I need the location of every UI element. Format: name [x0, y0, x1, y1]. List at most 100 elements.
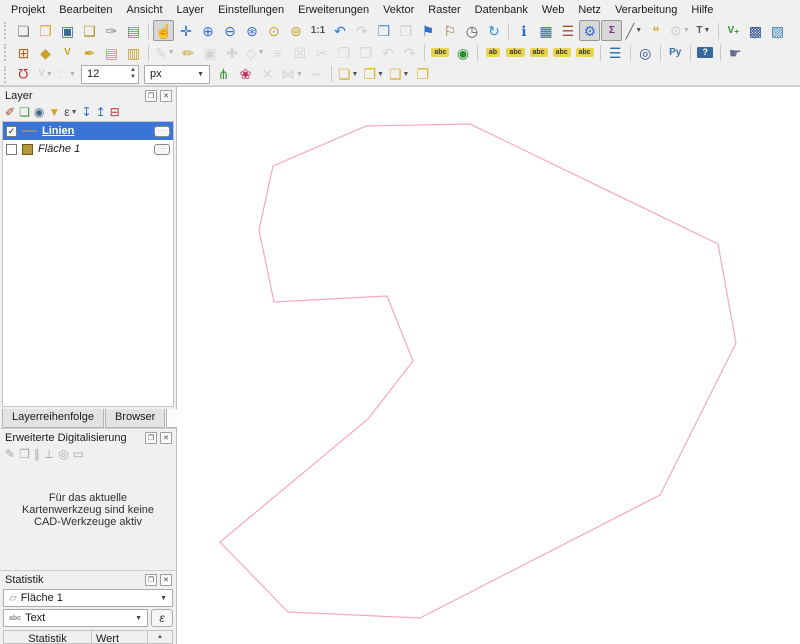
menu-raster[interactable]: Raster [421, 2, 467, 18]
layer-item-fläche-1[interactable]: Fläche 1··· [3, 140, 173, 158]
zoom-to-layer-button[interactable]: ⊚ [285, 20, 306, 41]
new-print-layout-button[interactable]: ❑ [79, 20, 100, 41]
identify-features-button[interactable]: ℹ [513, 20, 534, 41]
measure-line-button[interactable]: ╱▼ [623, 20, 644, 41]
filter-legend-button[interactable]: ▼ [48, 106, 60, 118]
snapping-tolerance-spinbox[interactable]: 12▲▼ [81, 65, 139, 84]
menu-erweiterungen[interactable]: Erweiterungen [291, 2, 376, 18]
menu-hilfe[interactable]: Hilfe [684, 2, 720, 18]
expand-all-button[interactable]: ↧ [82, 106, 92, 118]
menu-layer[interactable]: Layer [170, 2, 212, 18]
new-vector-layer-button[interactable]: V₊ [723, 20, 744, 41]
layer-visibility-checkbox[interactable] [6, 144, 17, 155]
select-features-by-value-button[interactable]: ❐▼ [361, 64, 386, 85]
change-label-button[interactable]: abc [574, 42, 596, 63]
statistics-layer-combo[interactable]: ▱ Fläche 1 ▼ [3, 589, 173, 607]
new-geopackage-layer-button[interactable]: ◆ [35, 42, 56, 63]
dropdown-arrow-icon[interactable]: ▼ [257, 49, 264, 56]
memory-layer-indicator-icon[interactable]: ··· [154, 126, 170, 137]
new-spatial-bookmark-button[interactable]: ⚑ [417, 20, 438, 41]
dropdown-arrow-icon[interactable]: ▼ [296, 71, 303, 78]
dock-tab-layerreihenfolge[interactable]: Layerreihenfolge [2, 409, 104, 428]
snapping-on-intersection-button[interactable]: ❀ [235, 64, 256, 85]
new-map-view-button[interactable]: ❒ [373, 20, 394, 41]
collapse-all-button[interactable]: ↥ [96, 106, 106, 118]
new-raster-layer-button[interactable]: ▩ [745, 20, 766, 41]
select-features-button[interactable]: ❏▼ [336, 64, 361, 85]
statistics-field-combo[interactable]: abc Text ▼ [3, 609, 148, 627]
dropdown-arrow-icon[interactable]: ▼ [168, 49, 175, 56]
close-panel-icon[interactable]: ✕ [160, 90, 172, 102]
expression-builder-button[interactable]: ε [151, 609, 173, 627]
manage-map-themes-button[interactable]: ◉ [34, 106, 44, 118]
python-console-button[interactable]: Py [665, 42, 686, 63]
stats-column-header[interactable]: Statistik [4, 631, 92, 644]
pan-to-selection-button[interactable]: ✛ [175, 20, 196, 41]
filter-by-expression-button[interactable]: ε▼ [64, 106, 77, 118]
rotate-label-button[interactable]: abc [551, 42, 573, 63]
open-attribute-table-button[interactable]: ▦ [535, 20, 556, 41]
dropdown-arrow-icon[interactable]: ▼ [377, 71, 384, 78]
data-source-manager-button[interactable]: ⊞ [13, 42, 34, 63]
pin-unpin-labels-button[interactable]: ab [482, 42, 503, 63]
new-memory-layer-button[interactable]: ▤ [101, 42, 122, 63]
dock-tab-browser[interactable]: Browser [105, 409, 165, 428]
layer-visibility-checkbox[interactable]: ✓ [6, 126, 17, 137]
db-manager-button[interactable]: ☰ [605, 42, 626, 63]
plugin-tool-button[interactable]: ☛ [725, 42, 746, 63]
zoom-to-selection-button[interactable]: ⊙ [263, 20, 284, 41]
metasearch-button[interactable]: ◎ [635, 42, 656, 63]
text-annotation-button[interactable]: T▼ [693, 20, 714, 41]
toolbar-drag-handle[interactable] [4, 66, 8, 83]
zoom-native-button[interactable]: 1:1 [307, 20, 328, 41]
zoom-last-button[interactable]: ↶ [329, 20, 350, 41]
save-project-button[interactable]: ▣ [57, 20, 78, 41]
statistics-panel-button[interactable]: Σ [601, 20, 622, 41]
enable-snapping-button[interactable]: Ω [13, 64, 34, 85]
memory-layer-indicator-icon[interactable]: ··· [154, 144, 170, 155]
dropdown-arrow-icon[interactable]: ▼ [403, 71, 410, 78]
add-group-button[interactable]: ❏ [19, 106, 30, 118]
new-virtual-layer-button[interactable]: ▥ [123, 42, 144, 63]
toolbar-drag-handle[interactable] [4, 22, 8, 39]
menu-projekt[interactable]: Projekt [4, 2, 52, 18]
style-manager-button[interactable]: ▤ [123, 20, 144, 41]
zoom-out-button[interactable]: ⊖ [219, 20, 240, 41]
float-panel-icon[interactable]: ❐ [145, 90, 157, 102]
dropdown-arrow-icon[interactable]: ▼ [69, 71, 76, 78]
menu-datenbank[interactable]: Datenbank [468, 2, 535, 18]
dropdown-arrow-icon[interactable]: ▼ [635, 27, 642, 34]
layout-manager-button[interactable]: ✑ [101, 20, 122, 41]
zoom-in-button[interactable]: ⊕ [197, 20, 218, 41]
move-label-button[interactable]: abc [528, 42, 550, 63]
layer-item-linien[interactable]: ✓Linien··· [3, 122, 173, 140]
toolbar-drag-handle[interactable] [4, 44, 8, 61]
menu-verarbeitung[interactable]: Verarbeitung [608, 2, 684, 18]
layer-diagram-options-button[interactable]: ◉ [452, 42, 473, 63]
new-spatialite-layer-button[interactable]: ✒ [79, 42, 100, 63]
select-by-location-button[interactable]: ❒ [412, 64, 433, 85]
zoom-full-button[interactable]: ⊛ [241, 20, 262, 41]
pan-map-button[interactable]: ☝ [153, 20, 174, 41]
menu-netz[interactable]: Netz [571, 2, 608, 18]
help-contents-button[interactable]: ? [695, 42, 716, 63]
close-panel-icon[interactable]: ✕ [160, 432, 172, 444]
statistical-summary-button[interactable]: ☰ [557, 20, 578, 41]
new-mesh-layer-button[interactable]: ▨ [767, 20, 788, 41]
menu-web[interactable]: Web [535, 2, 571, 18]
highlight-pinned-labels-button[interactable]: abc [504, 42, 526, 63]
open-project-button[interactable]: ❐ [35, 20, 56, 41]
refresh-map-button[interactable]: ↻ [483, 20, 504, 41]
open-layer-styling-button[interactable]: ✐ [5, 106, 15, 118]
menu-ansicht[interactable]: Ansicht [119, 2, 169, 18]
new-project-button[interactable]: ❏ [13, 20, 34, 41]
layer-labeling-options-button[interactable]: abc [429, 42, 451, 63]
new-shapefile-layer-button[interactable]: V [57, 42, 78, 63]
menu-einstellungen[interactable]: Einstellungen [211, 2, 291, 18]
menu-bearbeiten[interactable]: Bearbeiten [52, 2, 119, 18]
table-scrollbar[interactable]: ▲ [148, 631, 172, 644]
processing-toolbox-button[interactable]: ⚙ [579, 20, 600, 41]
close-panel-icon[interactable]: ✕ [160, 574, 172, 586]
map-canvas[interactable] [177, 87, 800, 644]
toggle-editing-button[interactable]: ✏ [178, 42, 199, 63]
